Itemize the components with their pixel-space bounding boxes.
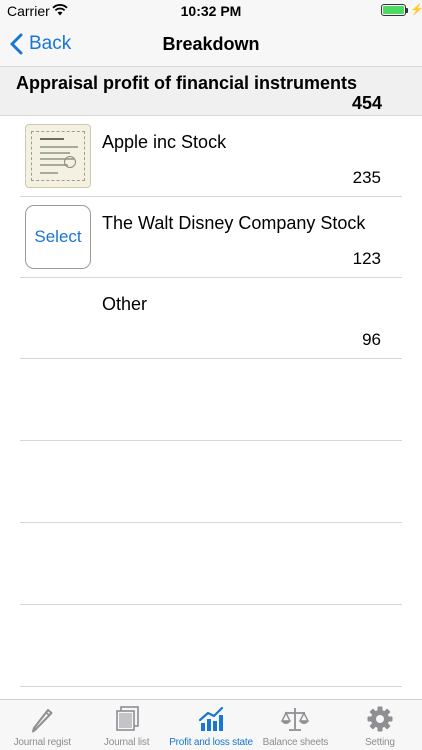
empty-row (20, 605, 402, 687)
bar-chart-icon (198, 706, 224, 731)
certificate-line (40, 146, 78, 148)
battery-icon (381, 4, 406, 16)
item-value: 96 (362, 330, 381, 349)
tab-journal-regist[interactable]: Journal regist (0, 700, 84, 750)
certificate-line (40, 138, 64, 140)
tab-label: Balance sheets (262, 737, 329, 748)
list-item[interactable]: Apple inc Stock 235 (20, 116, 402, 197)
status-bar: Carrier 10:32 PM ⚡ (0, 0, 422, 22)
certificate-line (40, 152, 70, 154)
tab-label: Profit and loss state (169, 737, 253, 748)
tab-balance-sheets[interactable]: Balance sheets (253, 700, 337, 750)
section-total: 454 (351, 93, 382, 113)
list-item[interactable]: Select The Walt Disney Company Stock 123 (20, 197, 402, 278)
tab-label: Journal regist (13, 737, 71, 748)
charging-bolt-icon: ⚡ (410, 4, 422, 16)
tab-label: Journal list (103, 737, 150, 748)
pencil-icon (32, 709, 53, 733)
certificate-seal (64, 156, 76, 168)
item-value: 123 (352, 249, 381, 268)
item-name: Other (102, 294, 148, 314)
stock-certificate-image[interactable] (25, 124, 91, 188)
gear-icon (367, 706, 393, 732)
section-title: Appraisal profit of financial instrument… (16, 73, 358, 93)
navigation-bar: Back Breakdown (0, 22, 422, 66)
clock: 10:32 PM (180, 3, 242, 19)
tab-profit-and-loss[interactable]: Profit and loss state (169, 700, 253, 750)
empty-row (20, 523, 402, 605)
section-header: Appraisal profit of financial instrument… (0, 66, 422, 116)
item-name: The Walt Disney Company Stock (102, 213, 366, 233)
item-value: 235 (352, 168, 381, 187)
tab-journal-list[interactable]: Journal list (84, 700, 168, 750)
tab-bar: Journal regist Journal list Profit and l… (0, 699, 422, 750)
battery-level (383, 6, 404, 14)
item-name: Apple inc Stock (102, 132, 227, 152)
page-title: Breakdown (162, 34, 260, 54)
certificate-border (31, 131, 85, 181)
select-image-button[interactable]: Select (25, 205, 91, 269)
tab-label: Setting (364, 737, 395, 748)
list-item[interactable]: Other 96 (20, 278, 402, 359)
tab-setting[interactable]: Setting (338, 700, 422, 750)
breakdown-list: Apple inc Stock 235 Select The Walt Disn… (0, 116, 422, 687)
certificate-line (40, 172, 58, 174)
stacked-pages-icon (115, 706, 139, 731)
scale-icon (281, 708, 310, 731)
empty-row (20, 359, 402, 441)
empty-row (20, 441, 402, 523)
battery-cap (406, 8, 408, 13)
